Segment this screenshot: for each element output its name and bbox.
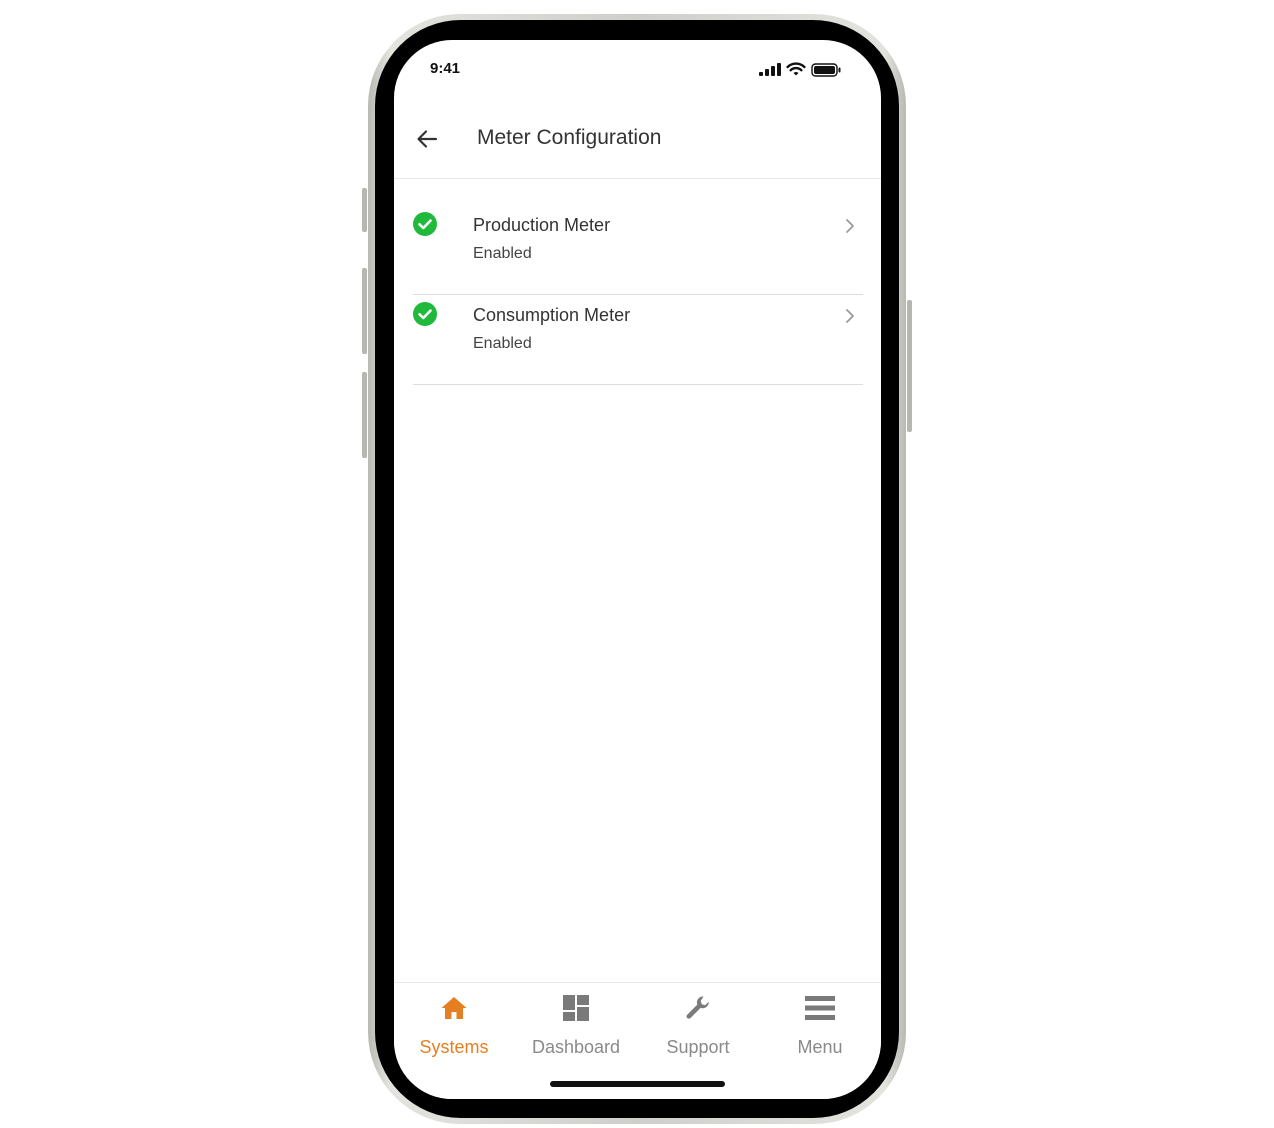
volume-up-button — [362, 268, 367, 354]
meter-list: Production Meter Enabled Consumption Met… — [413, 205, 863, 385]
wifi-icon — [786, 62, 806, 76]
status-icons — [759, 62, 841, 77]
tab-menu[interactable]: Menu — [760, 993, 880, 1058]
meter-status: Enabled — [473, 245, 532, 262]
dashboard-icon — [563, 995, 589, 1021]
tab-label: Menu — [797, 1037, 843, 1057]
chevron-right-icon — [846, 219, 854, 233]
arrow-left-icon — [417, 130, 438, 148]
tab-label: Support — [666, 1037, 730, 1057]
tab-support[interactable]: Support — [638, 993, 758, 1058]
tab-dashboard[interactable]: Dashboard — [516, 993, 636, 1058]
home-icon — [441, 997, 467, 1019]
power-button — [907, 300, 912, 432]
chevron-right-icon — [846, 309, 854, 323]
page-title: Meter Configuration — [477, 126, 662, 149]
back-button[interactable] — [412, 124, 442, 154]
wrench-icon — [686, 996, 709, 1019]
home-indicator — [550, 1081, 725, 1087]
mute-switch — [362, 188, 367, 232]
app-header: Meter Configuration — [394, 118, 881, 179]
volume-down-button — [362, 372, 367, 458]
meter-title: Consumption Meter — [473, 305, 631, 325]
status-time: 9:41 — [430, 60, 461, 77]
check-circle-icon — [413, 212, 437, 236]
app-screen: 9:41 Meter Configuration Production Mete… — [394, 40, 881, 1099]
meter-status: Enabled — [473, 335, 532, 352]
tab-systems[interactable]: Systems — [394, 993, 514, 1058]
battery-icon — [811, 62, 841, 77]
meter-row-consumption[interactable]: Consumption Meter Enabled — [413, 295, 863, 385]
meter-title: Production Meter — [473, 215, 611, 235]
hamburger-icon — [805, 996, 835, 1020]
signal-icon — [759, 63, 781, 76]
tab-label: Dashboard — [531, 1037, 621, 1057]
check-circle-icon — [413, 302, 437, 326]
meter-row-production[interactable]: Production Meter Enabled — [413, 205, 863, 295]
tab-label: Systems — [419, 1037, 489, 1057]
